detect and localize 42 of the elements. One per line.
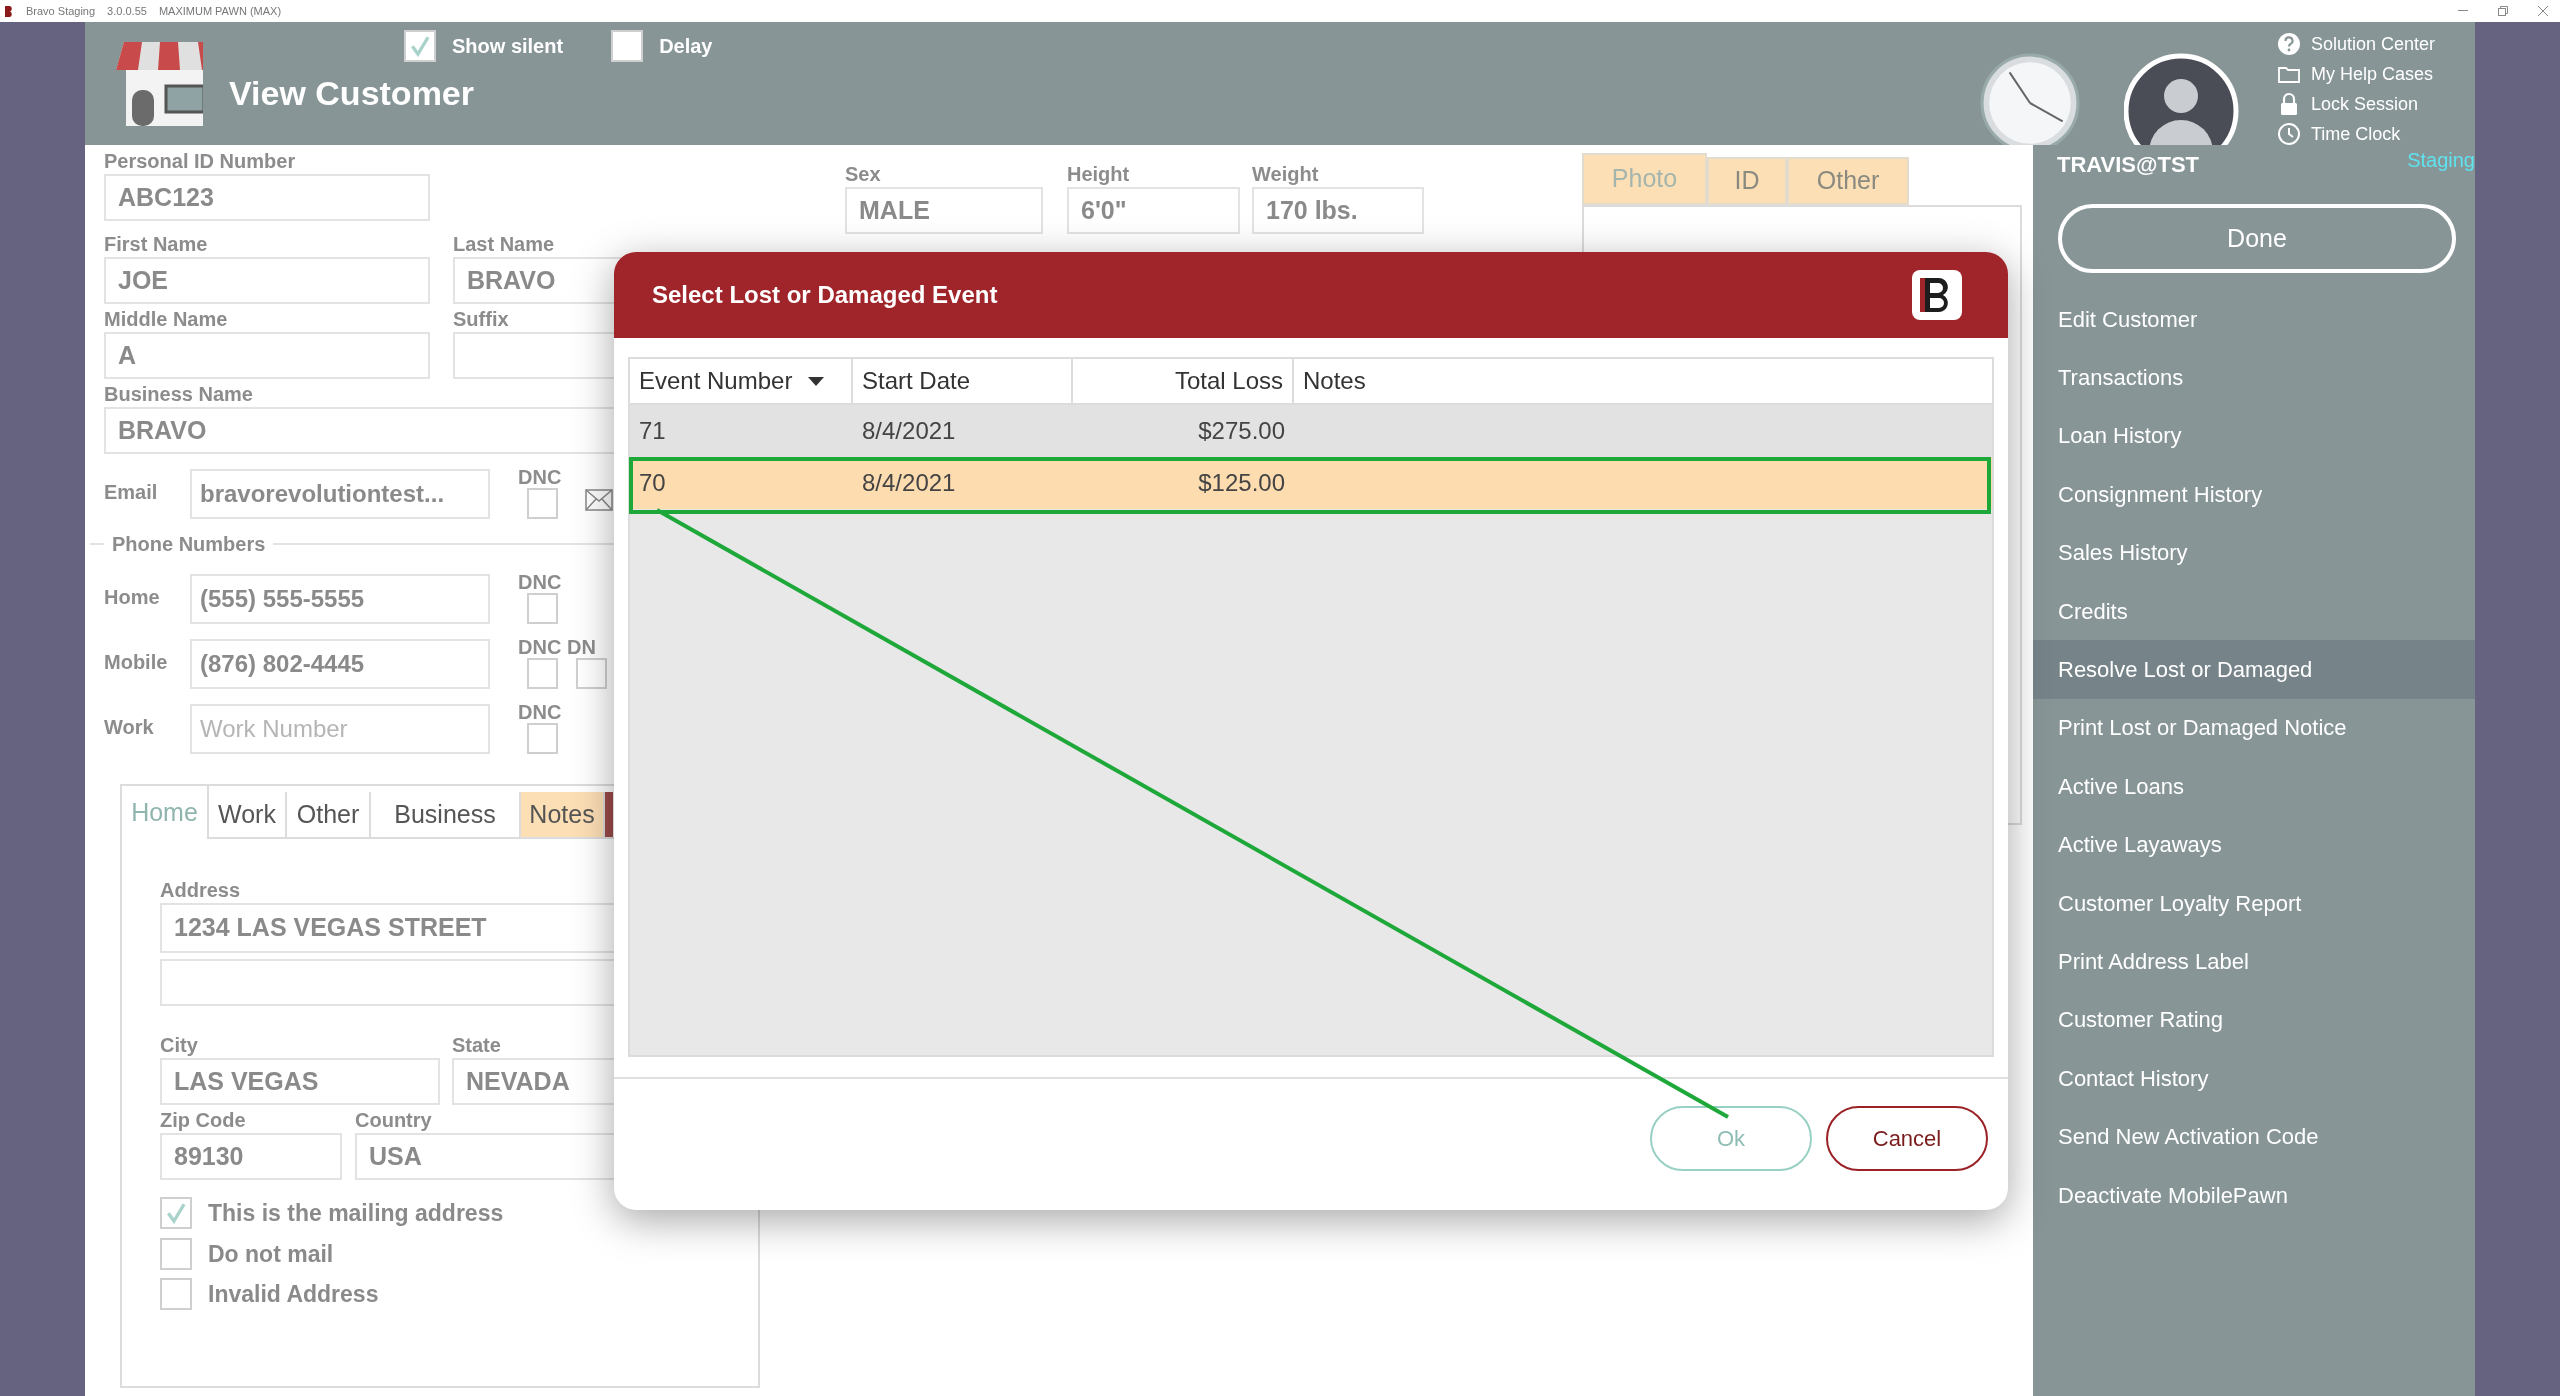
field-label: Business Name [104, 382, 254, 407]
contact-label: Email [104, 480, 159, 505]
dnc-label: DNC [518, 571, 562, 593]
contact-label: Mobile [104, 650, 169, 675]
option-label: Show silent [452, 34, 564, 59]
user-name: TRAVIS@TST [2057, 151, 2200, 179]
store-name: MAXIMUM PAWN (MAX) [158, 3, 282, 19]
field-label: Last Name [453, 232, 556, 257]
dialog-title: Select Lost or Damaged Event [652, 280, 998, 310]
table-cell-text: 8/4/2021 [861, 416, 957, 446]
table-cell-text: 70 [638, 468, 667, 498]
option-label: This is the mailing address [208, 1199, 504, 1228]
field-label: Zip Code [160, 1108, 247, 1133]
field-label: Personal ID Number [104, 149, 297, 174]
field-label: State [452, 1033, 502, 1058]
field-label: City [160, 1033, 199, 1058]
field-label: Weight [1252, 162, 1320, 187]
option-label: Do not mail [208, 1239, 334, 1269]
table-cell-text: $125.00 [1197, 468, 1286, 498]
environment-label: Staging [2407, 148, 2475, 172]
contact-label: Home [104, 585, 161, 610]
option-label: Delay [659, 34, 713, 59]
page-title: View Customer [229, 73, 475, 114]
field-label: First Name [104, 232, 209, 257]
field-label: Country [355, 1108, 433, 1133]
table-cell-text: $275.00 [1197, 416, 1286, 446]
field-label: Suffix [453, 307, 510, 332]
field-label: Sex [845, 162, 882, 187]
app-name: Bravo Staging [26, 3, 96, 19]
option-label: Invalid Address [208, 1280, 379, 1309]
app-version: 3.0.0.55 [107, 3, 147, 19]
section-title: Phone Numbers [111, 532, 267, 557]
table-cell-text: 71 [638, 416, 667, 446]
dnc-label: DNC [518, 466, 562, 488]
dnc-label: DNC [518, 636, 562, 658]
dnc-label: DN [567, 636, 597, 658]
contact-label: Work [104, 715, 155, 740]
field-label: Address [160, 878, 242, 903]
field-label: Height [1067, 162, 1131, 187]
dnc-label: DNC [518, 701, 562, 723]
field-label: Middle Name [104, 307, 229, 332]
table-cell-text: 8/4/2021 [861, 468, 957, 498]
